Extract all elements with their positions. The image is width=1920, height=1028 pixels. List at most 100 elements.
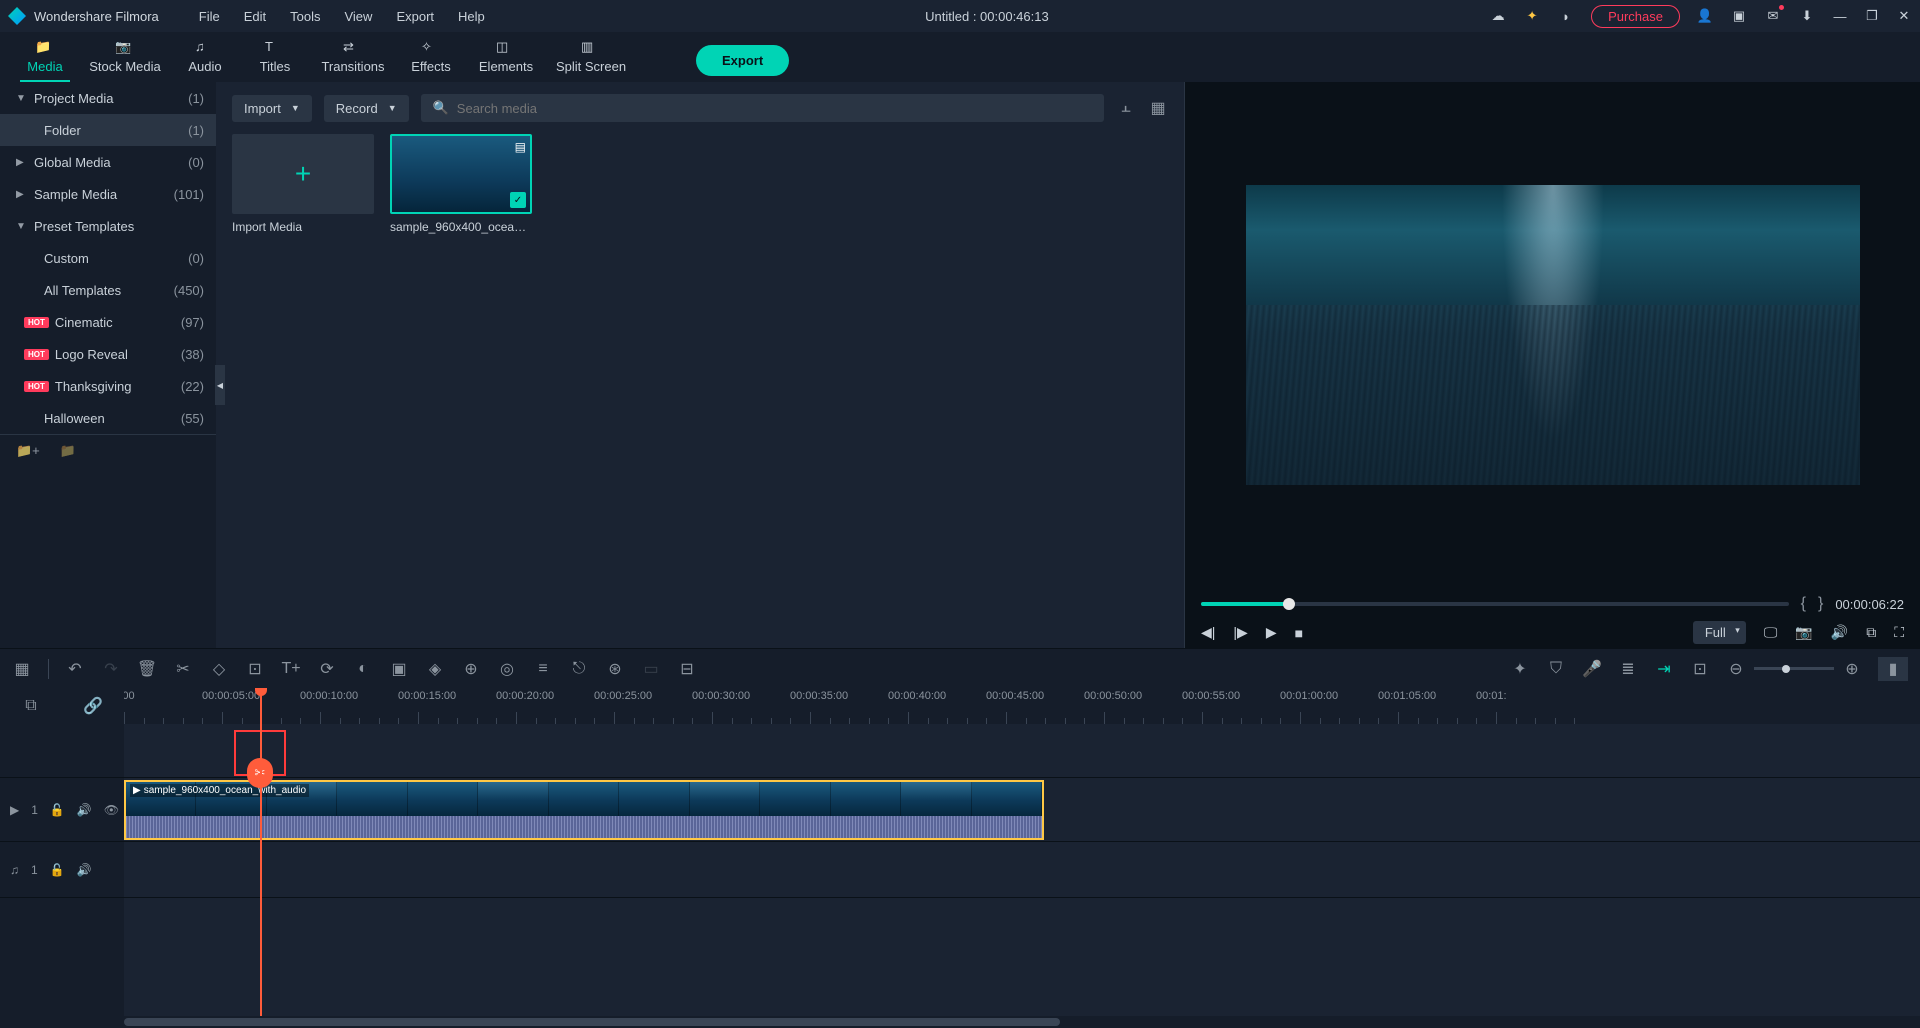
tab-stock-media[interactable]: 📷Stock Media <box>80 33 170 82</box>
tab-media[interactable]: 📁Media <box>10 33 80 82</box>
mixer-icon[interactable]: ≣ <box>1618 659 1638 679</box>
auto-ripple-icon[interactable]: ⇥ <box>1654 659 1674 679</box>
adjust-button[interactable]: ≡ <box>533 659 553 679</box>
save-icon[interactable]: ▣ <box>1730 7 1748 25</box>
menu-tools[interactable]: Tools <box>290 9 320 24</box>
timeline-settings-icon[interactable]: ▮ <box>1878 657 1908 681</box>
text-button[interactable]: T+ <box>281 659 301 679</box>
menu-edit[interactable]: Edit <box>244 9 266 24</box>
sidebar-logo-reveal[interactable]: HOTLogo Reveal(38) <box>0 338 216 370</box>
render-button[interactable]: ▭ <box>641 659 661 679</box>
sidebar-cinematic[interactable]: HOTCinematic(97) <box>0 306 216 338</box>
menu-export[interactable]: Export <box>396 9 434 24</box>
menu-view[interactable]: View <box>344 9 372 24</box>
download-icon[interactable]: ⬇ <box>1798 7 1816 25</box>
snapshot-icon[interactable]: 📷 <box>1795 624 1812 641</box>
import-media-tile[interactable]: + Import Media <box>232 134 374 234</box>
collapse-sidebar-button[interactable]: ◀ <box>215 365 225 405</box>
sidebar-global-media[interactable]: ▶Global Media(0) <box>0 146 216 178</box>
color-button[interactable]: ◐ <box>353 659 373 679</box>
search-input[interactable] <box>457 101 1092 116</box>
undo-button[interactable]: ↶ <box>65 659 85 679</box>
mute-icon[interactable]: 🔊 <box>77 803 92 817</box>
mark-in-button[interactable]: { <box>1801 595 1806 613</box>
tab-transitions[interactable]: ⇄Transitions <box>310 33 396 82</box>
next-frame-button[interactable]: |▶ <box>1233 624 1247 641</box>
mute-icon[interactable]: 🔊 <box>77 863 92 877</box>
tab-effects[interactable]: ✧Effects <box>396 33 466 82</box>
sidebar-project-media[interactable]: ▼Project Media(1) <box>0 82 216 114</box>
layout-icon[interactable]: ▦ <box>12 659 32 679</box>
tab-split-screen[interactable]: ▥Split Screen <box>546 33 636 82</box>
timeline-tracks[interactable]: ▶sample_960x400_ocean_with_audio <box>124 724 1920 1016</box>
lock-icon[interactable]: 🔓 <box>50 863 65 877</box>
headset-icon[interactable]: ◗ <box>1557 7 1575 25</box>
timeline-scrollbar[interactable] <box>0 1016 1920 1028</box>
zoom-slider[interactable] <box>1754 667 1834 670</box>
menu-file[interactable]: File <box>199 9 220 24</box>
shield-icon[interactable]: ⛉ <box>1546 659 1566 679</box>
sidebar-sample-media[interactable]: ▶Sample Media(101) <box>0 178 216 210</box>
tab-elements[interactable]: ◫Elements <box>466 33 546 82</box>
import-dropdown[interactable]: Import▼ <box>232 95 312 122</box>
avatar-icon[interactable]: 👤 <box>1696 7 1714 25</box>
enhance-button[interactable]: ⊛ <box>605 659 625 679</box>
grid-view-icon[interactable]: ▦ <box>1148 98 1168 118</box>
timeline-ruler[interactable]: :00:0000:00:05:0000:00:10:0000:00:15:000… <box>124 688 1920 724</box>
sidebar-thanksgiving[interactable]: HOTThanksgiving(22) <box>0 370 216 402</box>
timeline-clip[interactable]: ▶sample_960x400_ocean_with_audio <box>124 780 1044 840</box>
snap-icon[interactable]: ⊡ <box>1690 659 1710 679</box>
preview-progress[interactable] <box>1201 602 1789 606</box>
sidebar-halloween[interactable]: Halloween(55) <box>0 402 216 434</box>
zoom-out-button[interactable]: ⊖ <box>1726 659 1746 679</box>
eye-icon[interactable]: 👁 <box>104 803 119 817</box>
maximize-icon[interactable]: ❐ <box>1864 8 1880 24</box>
speed-button[interactable]: ⟳ <box>317 659 337 679</box>
stop-button[interactable]: ■ <box>1295 625 1303 641</box>
play-button[interactable]: ▶ <box>1266 624 1277 641</box>
expand-button[interactable]: ⊟ <box>677 659 697 679</box>
tab-audio[interactable]: ♫Audio <box>170 33 240 82</box>
quality-dropdown[interactable]: Full <box>1693 621 1746 644</box>
display-icon[interactable]: 🖵 <box>1764 624 1778 641</box>
close-icon[interactable]: ✕ <box>1896 8 1912 24</box>
video-track-1[interactable]: ▶sample_960x400_ocean_with_audio <box>124 778 1920 842</box>
mail-icon[interactable]: ✉ <box>1764 7 1782 25</box>
menu-help[interactable]: Help <box>458 9 485 24</box>
fullscreen-icon[interactable]: ⛶ <box>1894 624 1904 641</box>
tab-titles[interactable]: TTitles <box>240 33 310 82</box>
zoom-in-button[interactable]: ⊕ <box>1842 659 1862 679</box>
sidebar-custom[interactable]: Custom(0) <box>0 242 216 274</box>
compare-icon[interactable]: ⧉ <box>1866 624 1876 641</box>
record-dropdown[interactable]: Record▼ <box>324 95 409 122</box>
media-clip-tile[interactable]: ▤ ✓ sample_960x400_ocean_... <box>390 134 532 234</box>
sidebar-folder[interactable]: Folder(1) <box>0 114 216 146</box>
delete-button[interactable]: 🗑 <box>137 659 157 679</box>
cloud-icon[interactable]: ☁ <box>1489 7 1507 25</box>
mark-out-button[interactable]: } <box>1818 595 1823 613</box>
new-folder-icon[interactable]: 📁+ <box>16 443 40 459</box>
search-media[interactable]: 🔍 <box>421 94 1104 122</box>
green-screen-button[interactable]: ▣ <box>389 659 409 679</box>
export-button[interactable]: Export <box>696 45 789 76</box>
video-track-header[interactable]: ▶1 🔓 🔊 👁 <box>0 778 124 842</box>
link-icon[interactable]: 🔗 <box>83 696 103 716</box>
sidebar-all-templates[interactable]: All Templates(450) <box>0 274 216 306</box>
purchase-button[interactable]: Purchase <box>1591 5 1680 28</box>
marker-icon[interactable]: ✦ <box>1510 659 1530 679</box>
keyframe-button[interactable]: ◈ <box>425 659 445 679</box>
tag-icon[interactable]: ◇ <box>209 659 229 679</box>
playhead[interactable] <box>260 724 262 1016</box>
motion-button[interactable]: ◎ <box>497 659 517 679</box>
detach-button[interactable]: ⊕ <box>461 659 481 679</box>
audio-adjust-button[interactable]: ⎋ <box>569 659 589 679</box>
minimize-icon[interactable]: — <box>1832 8 1848 24</box>
filter-icon[interactable]: ⫠ <box>1116 98 1136 118</box>
progress-knob[interactable] <box>1283 598 1295 610</box>
lock-icon[interactable]: 🔓 <box>50 803 65 817</box>
split-button[interactable]: ✂ <box>173 659 193 679</box>
volume-icon[interactable]: 🔊 <box>1831 624 1848 641</box>
audio-track-1[interactable] <box>124 842 1920 898</box>
crop-button[interactable]: ⊡ <box>245 659 265 679</box>
sidebar-preset-templates[interactable]: ▼Preset Templates <box>0 210 216 242</box>
